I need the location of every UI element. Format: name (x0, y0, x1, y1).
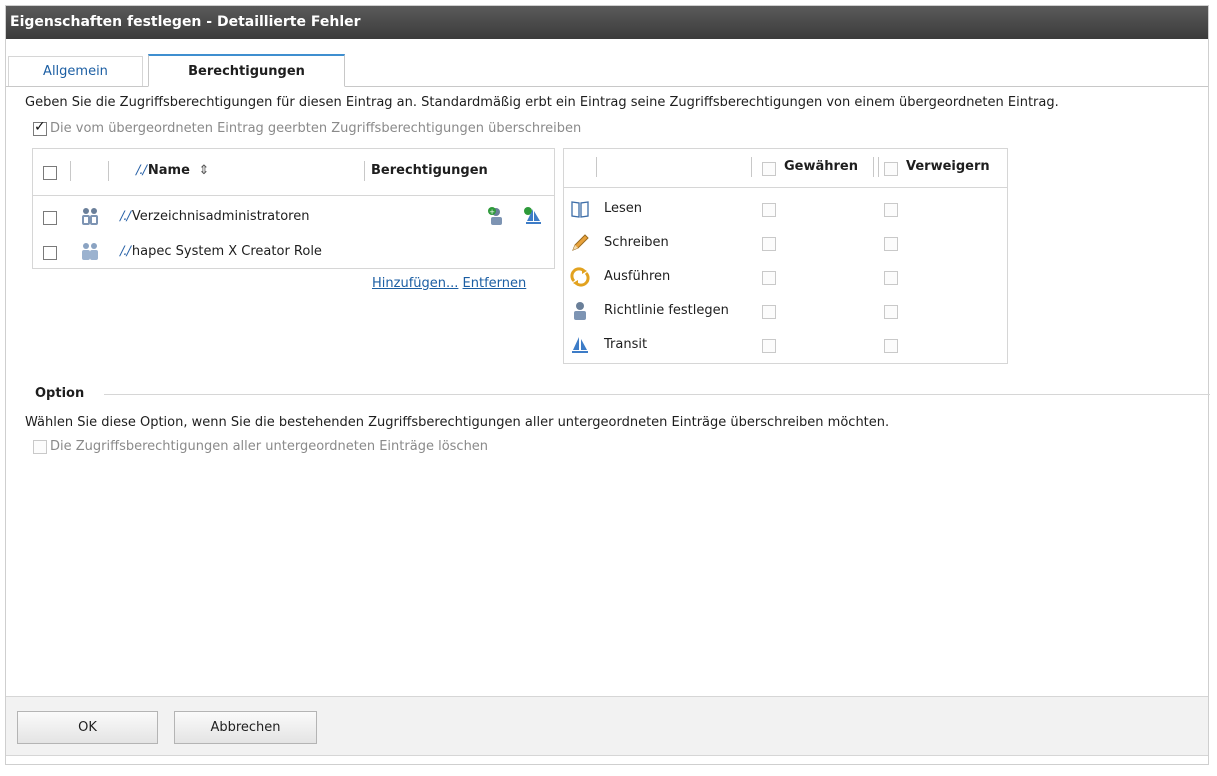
permission-label: Schreiben (604, 235, 669, 250)
column-name-header[interactable]: ∕.∕ Name ⇕ (136, 163, 209, 178)
column-name-label: Name (147, 163, 190, 178)
grant-column-header: Gewähren (784, 159, 859, 174)
clear-children-label: Die Zugriffsberechtigungen aller unterge… (50, 439, 489, 454)
book-icon (571, 201, 589, 218)
header-divider (596, 157, 597, 177)
clear-children-option: Die Zugriffsberechtigungen aller unterge… (33, 439, 488, 454)
tab-bar: Allgemein Berechtigungen (6, 50, 1208, 87)
path-icon: ∕.∕ (120, 209, 131, 224)
header-divider (878, 157, 879, 177)
acl-table-header: ∕.∕ Name ⇕ Berechtigungen (33, 149, 554, 196)
option-divider (104, 394, 1210, 395)
grant-checkbox[interactable] (762, 203, 776, 217)
header-divider (751, 157, 752, 177)
header-divider (364, 161, 365, 181)
permission-row-lesen: Lesen (564, 194, 1007, 228)
transit-icon (524, 207, 541, 224)
deny-checkbox[interactable] (884, 271, 898, 285)
permission-label: Lesen (604, 201, 643, 216)
acl-table: ∕.∕ Name ⇕ Berechtigungen ∕.∕ Verzeichnisa… (32, 148, 555, 269)
tab-berechtigungen[interactable]: Berechtigungen (148, 54, 345, 87)
ok-button[interactable]: OK (17, 711, 158, 744)
deny-checkbox[interactable] (884, 237, 898, 251)
header-divider (70, 161, 71, 181)
permission-row-transit: Transit (564, 330, 1007, 364)
user-group-icon (82, 243, 98, 260)
permission-row-ausfuehren: Ausführen (564, 262, 1007, 296)
user-policy-icon: + (488, 207, 502, 225)
permission-label: Transit (604, 337, 648, 352)
permission-label: Richtlinie festlegen (604, 303, 729, 318)
path-icon: ∕.∕ (120, 244, 131, 259)
grant-checkbox[interactable] (762, 271, 776, 285)
permissions-table: Gewähren Verweigern Lesen Schreiben Ausf… (563, 148, 1008, 364)
deny-checkbox[interactable] (884, 203, 898, 217)
row-name: Verzeichnisadministratoren (131, 209, 310, 224)
dialog-footer: OK Abbrechen (6, 696, 1208, 756)
tab-allgemein[interactable]: Allgemein (8, 56, 143, 86)
permission-label: Ausführen (604, 269, 671, 284)
permission-row-richtlinie: Richtlinie festlegen (564, 296, 1007, 330)
override-inherited-checkbox[interactable] (33, 119, 47, 136)
table-row[interactable]: ∕.∕ hapec System X Creator Role (33, 239, 554, 267)
select-all-checkbox[interactable] (43, 166, 57, 180)
header-divider (873, 157, 874, 177)
grant-all-checkbox[interactable] (762, 162, 776, 176)
sailboat-icon (572, 337, 588, 353)
row-checkbox[interactable] (43, 211, 57, 225)
deny-column-header: Verweigern (906, 159, 990, 174)
path-icon: ∕.∕ (136, 163, 147, 178)
option-description: Wählen Sie diese Option, wenn Sie die be… (25, 415, 890, 430)
user-policy-icon (574, 302, 586, 320)
row-name: hapec System X Creator Role (131, 244, 322, 259)
table-row[interactable]: ∕.∕ Verzeichnisadministratoren + (33, 204, 554, 232)
clear-children-checkbox[interactable] (33, 439, 47, 454)
add-link[interactable]: Hinzufügen... (372, 276, 458, 291)
grant-checkbox[interactable] (762, 305, 776, 319)
sort-icon[interactable]: ⇕ (198, 163, 209, 178)
header-divider (108, 161, 109, 181)
svg-text:+: + (489, 208, 495, 216)
acl-actions: Hinzufügen... Entfernen (372, 276, 526, 291)
user-group-icon (82, 208, 98, 225)
row-checkbox[interactable] (43, 246, 57, 260)
override-inherited-option: Die vom übergeordneten Eintrag geerbten … (33, 119, 582, 136)
grant-checkbox[interactable] (762, 339, 776, 353)
dialog-title: Eigenschaften festlegen - Detaillierte F… (6, 6, 1208, 39)
deny-all-checkbox[interactable] (884, 162, 898, 176)
override-inherited-label: Die vom übergeordneten Eintrag geerbten … (50, 121, 582, 136)
deny-checkbox[interactable] (884, 305, 898, 319)
permission-row-schreiben: Schreiben (564, 228, 1007, 262)
cancel-button[interactable]: Abbrechen (174, 711, 317, 744)
pencil-icon (572, 234, 589, 251)
execute-icon (570, 267, 590, 287)
option-section-title: Option (35, 386, 85, 401)
grant-checkbox[interactable] (762, 237, 776, 251)
deny-checkbox[interactable] (884, 339, 898, 353)
permissions-description: Geben Sie die Zugriffsberechtigungen für… (25, 95, 1059, 110)
column-rights-header: Berechtigungen (371, 163, 488, 178)
remove-link[interactable]: Entfernen (463, 276, 527, 291)
permissions-table-header: Gewähren Verweigern (564, 149, 1007, 188)
permissions-dialog: Eigenschaften festlegen - Detaillierte F… (5, 5, 1210, 765)
